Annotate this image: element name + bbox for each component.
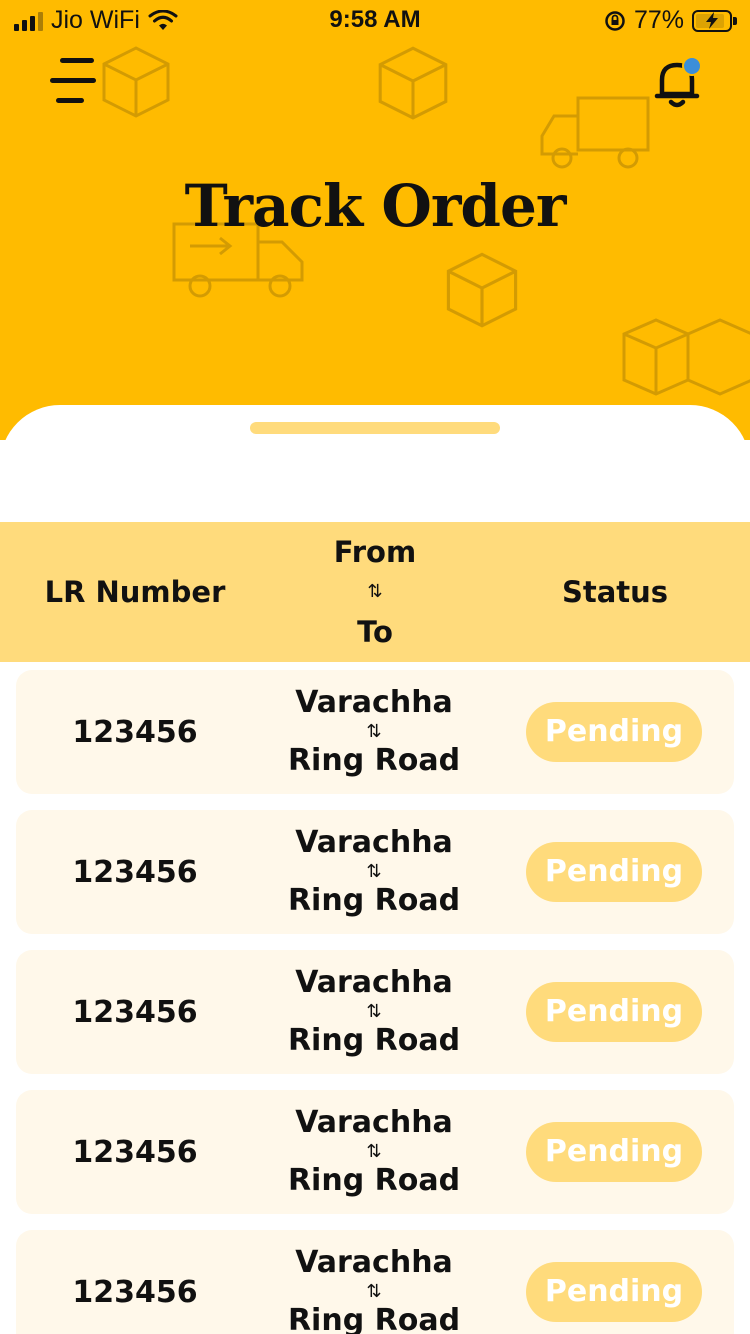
to-location: Ring Road: [287, 1163, 461, 1198]
table-row[interactable]: 123456 Varachha ⇅ Ring Road Pending: [16, 1090, 734, 1214]
box-icon: [102, 46, 170, 118]
swap-icon: ⇅: [367, 581, 383, 602]
route: Varachha ⇅ Ring Road: [254, 1245, 494, 1334]
status-bar: Jio WiFi 9:58 AM 77%: [0, 0, 750, 40]
table-row[interactable]: 123456 Varachha ⇅ Ring Road Pending: [16, 670, 734, 794]
from-location: Varachha: [295, 1245, 453, 1280]
orders-sheet: LR Number From ⇅ To Status 123456 Varach…: [0, 405, 750, 1334]
box-icon: [378, 46, 448, 120]
notification-badge: [682, 56, 702, 76]
from-location: Varachha: [295, 1105, 453, 1140]
battery-icon: [692, 9, 737, 32]
lr-number: 123456: [72, 1274, 198, 1310]
column-lr-number: LR Number: [44, 575, 226, 609]
status-badge: Pending: [526, 1122, 702, 1182]
column-status: Status: [561, 575, 669, 609]
column-route: From ⇅ To: [270, 535, 480, 649]
table-row[interactable]: 123456 Varachha ⇅ Ring Road Pending: [16, 950, 734, 1074]
from-location: Varachha: [295, 685, 453, 720]
swap-icon: ⇅: [366, 721, 382, 742]
swap-icon: ⇅: [366, 1001, 382, 1022]
from-location: Varachha: [295, 965, 453, 1000]
drag-handle[interactable]: [250, 422, 500, 434]
status-badge: Pending: [526, 1262, 702, 1322]
truck-icon: [540, 96, 650, 169]
route: Varachha ⇅ Ring Road: [254, 825, 494, 919]
boxes-icon: [622, 318, 750, 396]
orders-list: 123456 Varachha ⇅ Ring Road Pending 1234…: [16, 670, 734, 1334]
lr-number: 123456: [72, 854, 198, 890]
swap-icon: ⇅: [366, 861, 382, 882]
page-title: Track Order: [184, 172, 567, 240]
battery-percent: 77%: [633, 6, 684, 34]
table-row[interactable]: 123456 Varachha ⇅ Ring Road Pending: [16, 810, 734, 934]
status-badge: Pending: [526, 982, 702, 1042]
route: Varachha ⇅ Ring Road: [254, 685, 494, 779]
lr-number: 123456: [72, 1134, 198, 1170]
from-location: Varachha: [295, 825, 453, 860]
route: Varachha ⇅ Ring Road: [254, 1105, 494, 1199]
rotation-lock-icon: [605, 10, 625, 31]
column-to: To: [357, 615, 393, 649]
lr-number: 123456: [72, 714, 198, 750]
header: Jio WiFi 9:58 AM 77% Track Order: [0, 0, 750, 440]
status-badge: Pending: [526, 842, 702, 902]
status-badge: Pending: [526, 702, 702, 762]
swap-icon: ⇅: [366, 1141, 382, 1162]
to-location: Ring Road: [287, 1023, 461, 1058]
to-location: Ring Road: [287, 883, 461, 918]
column-from: From: [333, 535, 417, 569]
swap-icon: ⇅: [366, 1281, 382, 1302]
to-location: Ring Road: [287, 743, 461, 778]
table-header: LR Number From ⇅ To Status: [0, 522, 750, 662]
menu-icon: [60, 58, 94, 63]
menu-button[interactable]: [50, 58, 98, 106]
box-icon: [446, 252, 518, 328]
table-row[interactable]: 123456 Varachha ⇅ Ring Road Pending: [16, 1230, 734, 1334]
to-location: Ring Road: [287, 1303, 461, 1334]
route: Varachha ⇅ Ring Road: [254, 965, 494, 1059]
lr-number: 123456: [72, 994, 198, 1030]
